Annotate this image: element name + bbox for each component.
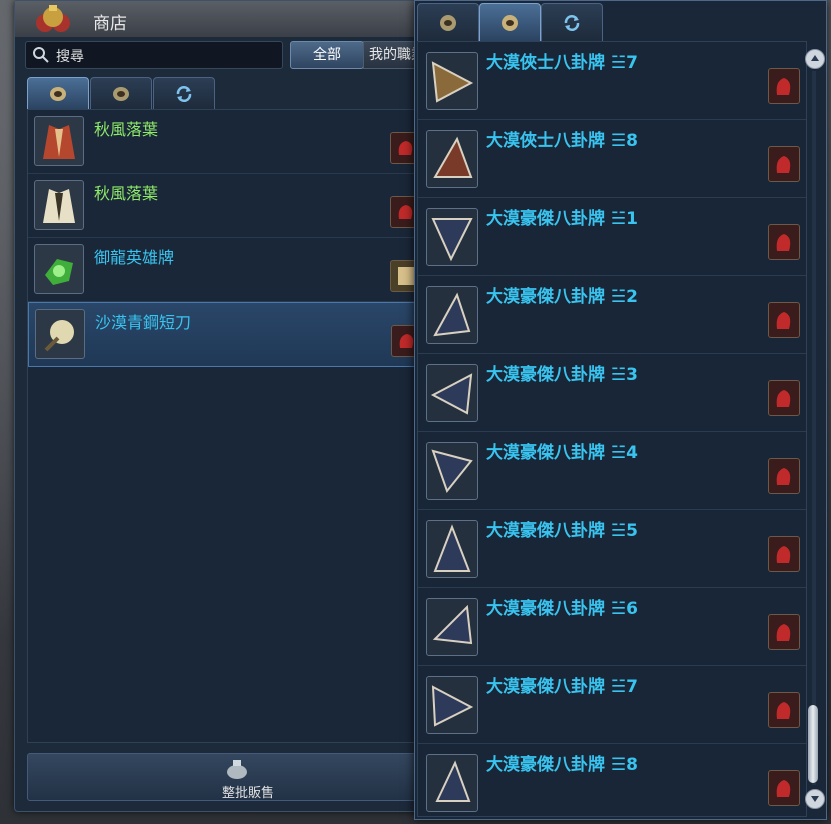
scroll-thumb[interactable] xyxy=(808,705,818,783)
list-item[interactable]: 御龍英雄牌 xyxy=(28,238,426,302)
coin-bag-icon xyxy=(440,15,456,31)
item-name: 大漠俠士八卦牌 ☱7 xyxy=(486,53,638,73)
tab-buy[interactable] xyxy=(417,3,479,42)
bagua-card-icon xyxy=(426,520,478,578)
list-item[interactable]: 大漠豪傑八卦牌 ☱2 xyxy=(418,276,806,354)
bagua-card-icon xyxy=(426,208,478,266)
coin-bag-icon xyxy=(502,15,518,31)
bulk-sell-button[interactable]: 整批販售 xyxy=(27,753,427,801)
currency-icon xyxy=(768,536,800,572)
list-item[interactable]: 大漠豪傑八卦牌 ☱4 xyxy=(418,432,806,510)
tab-sell[interactable] xyxy=(90,77,152,110)
coin-bag-icon xyxy=(50,87,66,101)
item-name: 大漠豪傑八卦牌 ☱1 xyxy=(486,209,638,229)
item-name: 大漠豪傑八卦牌 ☱2 xyxy=(486,287,638,307)
item-name: 大漠豪傑八卦牌 ☱4 xyxy=(486,443,638,463)
item-name: 大漠豪傑八卦牌 ☰8 xyxy=(486,755,638,775)
item-thumbnail xyxy=(34,180,84,230)
bagua-item-list: 大漠俠士八卦牌 ☱7 大漠俠士八卦牌 ☰8 大漠豪傑八卦牌 ☱1 大漠豪傑八卦牌… xyxy=(417,41,807,817)
item-name: 御龍英雄牌 xyxy=(94,248,175,267)
item-thumbnail xyxy=(35,309,85,359)
coin-bag-icon xyxy=(113,87,129,101)
currency-icon xyxy=(768,146,800,182)
refresh-icon xyxy=(176,86,192,102)
shop-title: 商店 xyxy=(93,14,127,34)
jade-token-icon xyxy=(45,259,73,285)
list-item[interactable]: 大漠俠士八卦牌 ☰8 xyxy=(418,120,806,198)
currency-icon xyxy=(768,302,800,338)
search-input[interactable]: 搜尋 xyxy=(25,41,283,69)
item-name: 大漠豪傑八卦牌 ☱5 xyxy=(486,521,638,541)
list-item[interactable]: 大漠豪傑八卦牌 ☱6 xyxy=(418,588,806,666)
item-name: 沙漠青鋼短刀 xyxy=(95,313,192,332)
currency-icon xyxy=(768,614,800,650)
dagger-icon xyxy=(44,320,74,352)
bagua-card-icon xyxy=(426,364,478,422)
search-icon xyxy=(33,47,49,63)
robe-icon xyxy=(43,189,75,223)
list-item[interactable]: 大漠豪傑八卦牌 ☱5 xyxy=(418,510,806,588)
bagua-card-icon xyxy=(426,754,478,812)
filter-all-button[interactable]: 全部 xyxy=(290,41,364,69)
item-list-panel: 大漠俠士八卦牌 ☱7 大漠俠士八卦牌 ☰8 大漠豪傑八卦牌 ☱1 大漠豪傑八卦牌… xyxy=(414,0,827,820)
item-name: 秋風落葉 xyxy=(94,120,159,139)
item-name: 秋風落葉 xyxy=(94,184,159,203)
item-thumbnail xyxy=(34,116,84,166)
money-bag-icon xyxy=(227,760,247,779)
bulk-sell-label: 整批販售 xyxy=(222,786,275,801)
shop-item-list: 秋風落葉 秋風落葉 御龍英雄牌 沙漠青鋼短刀 xyxy=(27,109,428,743)
list-item[interactable]: 大漠豪傑八卦牌 ☱3 xyxy=(418,354,806,432)
tab-buyback[interactable] xyxy=(541,3,603,42)
currency-icon xyxy=(768,68,800,104)
shop-bag-icon xyxy=(36,5,70,32)
item-thumbnail xyxy=(34,244,84,294)
currency-icon xyxy=(768,770,800,806)
currency-icon xyxy=(768,224,800,260)
robe-icon xyxy=(43,125,75,159)
currency-icon xyxy=(768,380,800,416)
list-item[interactable]: 大漠豪傑八卦牌 ☱1 xyxy=(418,198,806,276)
currency-icon xyxy=(768,458,800,494)
currency-icon xyxy=(768,692,800,728)
list-item[interactable]: 秋風落葉 xyxy=(28,110,426,174)
list-item[interactable]: 大漠豪傑八卦牌 ☱7 xyxy=(418,666,806,744)
shop-window: 商店 搜尋 全部 我的職業 秋風落葉 秋風落葉 御龍英雄牌 沙漠青鋼短刀 整批販… xyxy=(14,0,430,812)
tab-sell[interactable] xyxy=(479,3,541,42)
list-item-selected[interactable]: 沙漠青鋼短刀 xyxy=(28,302,428,367)
list-item[interactable]: 秋風落葉 xyxy=(28,174,426,238)
shop-title-bar[interactable]: 商店 xyxy=(15,1,423,37)
scroll-up-button[interactable] xyxy=(805,49,825,69)
bagua-card-icon xyxy=(426,130,478,188)
item-name: 大漠豪傑八卦牌 ☱6 xyxy=(486,599,638,619)
item-name: 大漠豪傑八卦牌 ☱3 xyxy=(486,365,638,385)
scroll-track[interactable] xyxy=(812,71,816,785)
bagua-card-icon xyxy=(426,442,478,500)
scrollbar[interactable] xyxy=(805,45,825,815)
bagua-card-icon xyxy=(426,598,478,656)
item-name: 大漠俠士八卦牌 ☰8 xyxy=(486,131,638,151)
bagua-card-icon xyxy=(426,286,478,344)
item-name: 大漠豪傑八卦牌 ☱7 xyxy=(486,677,638,697)
tab-buyback[interactable] xyxy=(153,77,215,110)
tab-buy[interactable] xyxy=(27,77,89,110)
search-text: 搜尋 xyxy=(56,49,84,65)
bagua-card-icon xyxy=(426,676,478,734)
list-item[interactable]: 大漠俠士八卦牌 ☱7 xyxy=(418,42,806,120)
list-item[interactable]: 大漠豪傑八卦牌 ☰8 xyxy=(418,744,806,816)
refresh-icon xyxy=(564,15,580,31)
scroll-down-button[interactable] xyxy=(805,789,825,809)
bagua-card-icon xyxy=(426,52,478,110)
